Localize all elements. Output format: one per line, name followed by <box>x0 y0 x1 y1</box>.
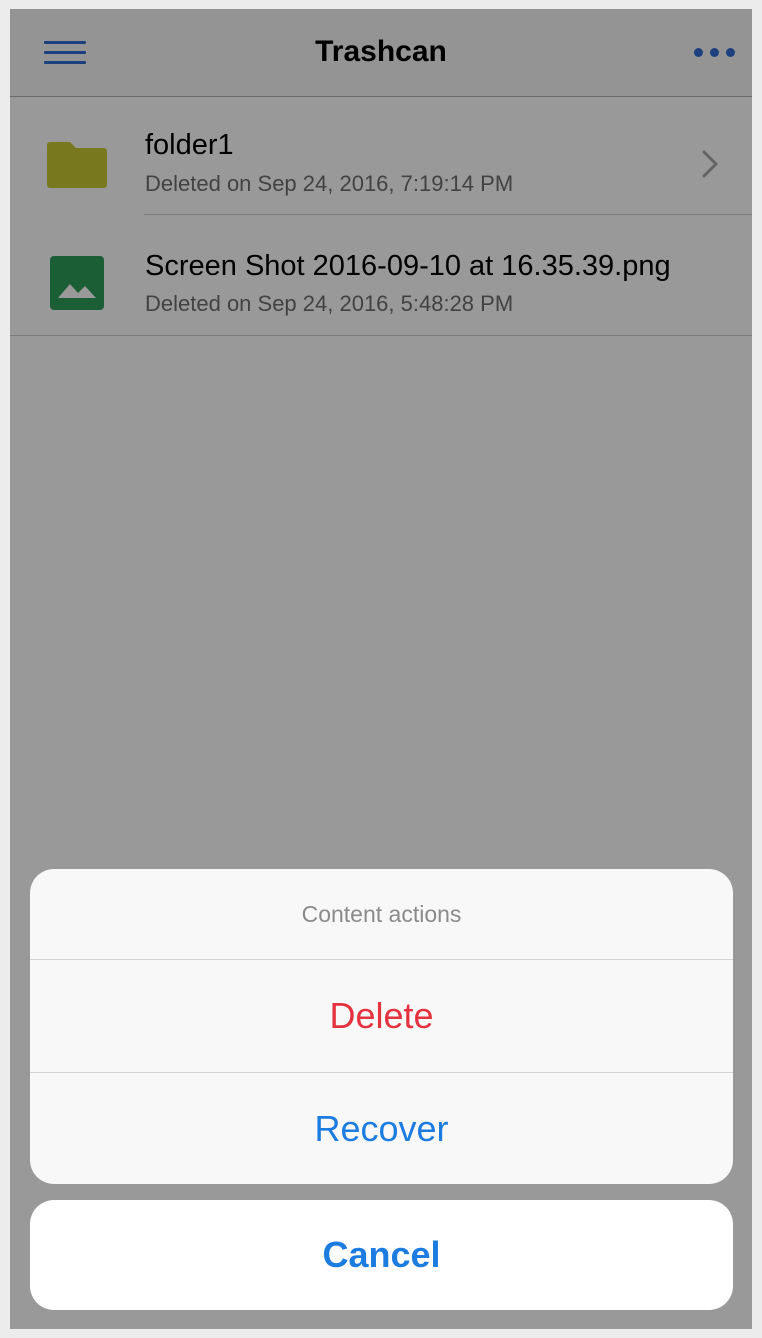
action-sheet-title: Content actions <box>301 901 462 927</box>
recover-button[interactable]: Recover <box>30 1073 733 1184</box>
action-sheet: Content actions Delete Recover <box>30 869 733 1184</box>
cancel-button[interactable]: Cancel <box>30 1200 733 1310</box>
trashcan-screen: Trashcan folder1 Deleted on Sep 24, 2016… <box>10 9 752 1329</box>
delete-button[interactable]: Delete <box>30 960 733 1071</box>
